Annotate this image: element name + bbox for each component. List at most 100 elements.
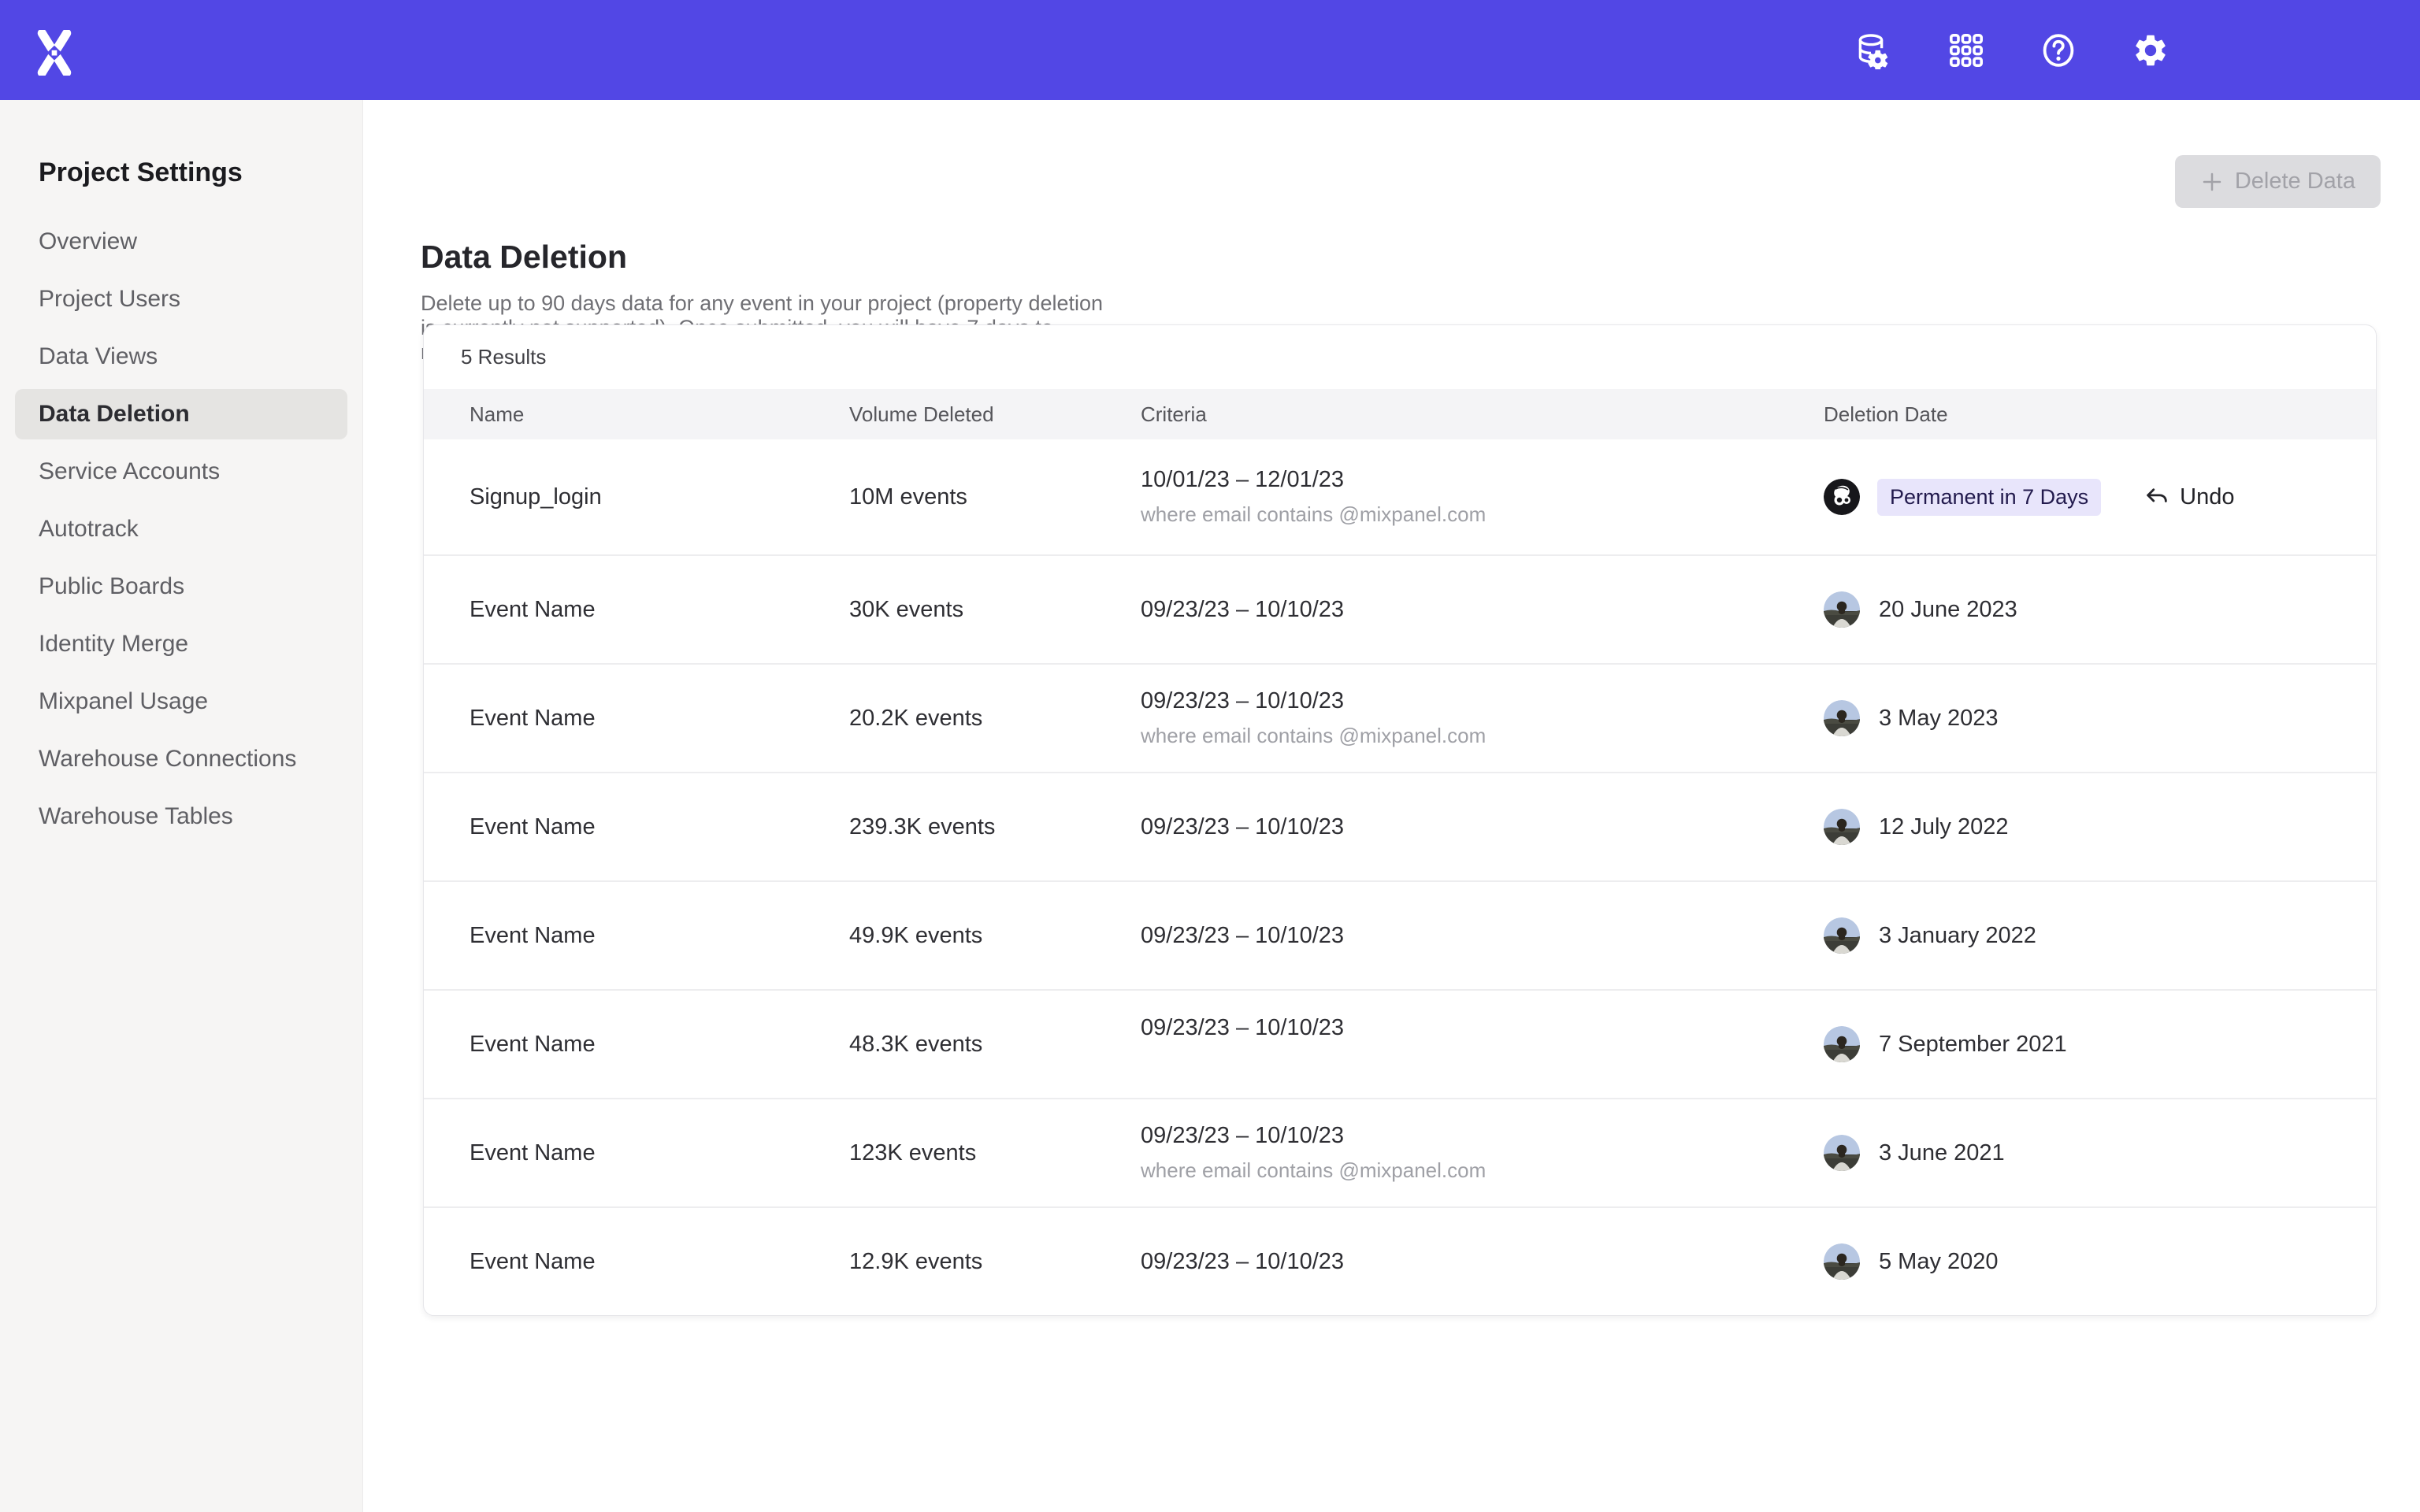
row-criteria: 09/23/23 – 10/10/23 [1141,1015,1824,1041]
sidebar-item-label: Identity Merge [39,631,188,658]
top-navigation-bar [0,0,2420,100]
sidebar-item-warehouse-connections[interactable]: Warehouse Connections [15,734,347,784]
help-icon[interactable] [2040,32,2077,69]
row-criteria: 09/23/23 – 10/10/23 [1141,1123,1824,1149]
delete-data-button-label: Delete Data [2235,169,2355,195]
row-volume: 20.2K events [849,706,1141,732]
sidebar-item-mixpanel-usage[interactable]: Mixpanel Usage [15,676,347,727]
row-name: Event Name [470,706,849,732]
row-name: Event Name [470,597,849,623]
sidebar-item-label: Warehouse Connections [39,746,296,773]
row-deletion-cell: 7 September 2021 [1824,1026,2376,1062]
table-row: Event Name 239.3K events 09/23/23 – 10/1… [424,772,2376,880]
plus-icon [2200,170,2224,194]
row-deletion-cell: 12 July 2022 [1824,809,2376,845]
row-criteria: 10/01/23 – 12/01/23 [1141,467,1824,493]
sidebar-title: Project Settings [0,158,362,188]
table-row: Signup_login 10M events 10/01/23 – 12/01… [424,439,2376,554]
sidebar-item-project-users[interactable]: Project Users [15,274,347,324]
sidebar-item-label: Data Views [39,343,158,370]
row-criteria-sub: where email contains @mixpanel.com [1141,502,1824,527]
row-criteria: 09/23/23 – 10/10/23 [1141,923,1824,949]
row-deletion-cell: 3 January 2022 [1824,917,2376,954]
topbar-icon-group [1855,0,2169,100]
delete-data-button[interactable]: Delete Data [2175,155,2381,208]
sidebar-item-label: Data Deletion [39,401,190,428]
sidebar-item-label: Public Boards [39,573,184,600]
row-volume: 12.9K events [849,1249,1141,1275]
row-name: Event Name [470,1249,849,1275]
table-row: Event Name 49.9K events 09/23/23 – 10/10… [424,880,2376,989]
table-header-row: Name Volume Deleted Criteria Deletion Da… [424,389,2376,439]
table-row: Event Name 12.9K events 09/23/23 – 10/10… [424,1206,2376,1315]
results-count: 5 Results [424,325,2376,389]
row-name: Event Name [470,814,849,840]
table-body: Signup_login 10M events 10/01/23 – 12/01… [424,439,2376,1315]
row-criteria-sub [1141,1051,1824,1074]
undo-icon [2143,484,2170,510]
row-criteria: 09/23/23 – 10/10/23 [1141,1249,1824,1275]
table-row: Event Name 20.2K events 09/23/23 – 10/10… [424,663,2376,772]
table-row: Event Name 48.3K events 09/23/23 – 10/10… [424,989,2376,1098]
main-content: Data Deletion Delete up to 90 days data … [364,100,2420,1512]
row-volume: 239.3K events [849,814,1141,840]
row-name: Event Name [470,1032,849,1058]
deletion-date: 5 May 2020 [1879,1249,1999,1275]
settings-gear-icon[interactable] [2132,32,2169,69]
sidebar-nav: Overview Project Users Data Views Data D… [0,217,362,842]
sidebar-item-warehouse-tables[interactable]: Warehouse Tables [15,791,347,842]
photo-avatar [1824,1026,1860,1062]
row-criteria-sub: where email contains @mixpanel.com [1141,724,1824,748]
row-deletion-cell: 3 June 2021 [1824,1135,2376,1171]
sidebar-item-service-accounts[interactable]: Service Accounts [15,447,347,497]
row-volume: 123K events [849,1140,1141,1166]
sidebar-item-label: Overview [39,228,137,255]
deletion-date: 20 June 2023 [1879,597,2017,623]
sidebar-item-label: Project Users [39,286,180,313]
sidebar-item-label: Warehouse Tables [39,803,233,830]
row-volume: 10M events [849,484,1141,510]
row-criteria-sub: where email contains @mixpanel.com [1141,1158,1824,1183]
row-deletion-cell: 5 May 2020 [1824,1243,2376,1280]
row-name: Event Name [470,1140,849,1166]
deletion-date: 3 January 2022 [1879,923,2036,949]
deletion-date: 12 July 2022 [1879,814,2008,840]
photo-avatar [1824,1243,1860,1280]
data-settings-icon[interactable] [1855,32,1893,69]
row-deletion-cell: Permanent in 7 Days Undo [1824,479,2376,516]
page-title: Data Deletion [421,239,627,276]
row-deletion-cell: 3 May 2023 [1824,700,2376,736]
sidebar-item-overview[interactable]: Overview [15,217,347,267]
photo-avatar [1824,591,1860,628]
sidebar-item-label: Autotrack [39,516,139,543]
sidebar-item-label: Service Accounts [39,458,220,485]
undo-button-label: Undo [2180,484,2234,510]
apps-grid-icon[interactable] [1947,32,1985,69]
sidebar-item-data-deletion[interactable]: Data Deletion [15,389,347,439]
photo-avatar [1824,809,1860,845]
row-criteria: 09/23/23 – 10/10/23 [1141,814,1824,840]
status-badge: Permanent in 7 Days [1877,479,2101,516]
row-deletion-cell: 20 June 2023 [1824,591,2376,628]
row-volume: 30K events [849,597,1141,623]
undo-button[interactable]: Undo [2143,484,2234,510]
illustration-avatar [1824,479,1860,515]
deletion-date: 3 June 2021 [1879,1140,2005,1166]
mixpanel-logo-icon[interactable] [35,30,74,71]
row-name: Event Name [470,923,849,949]
photo-avatar [1824,700,1860,736]
deletion-date: 7 September 2021 [1879,1032,2067,1058]
column-header-name: Name [470,402,849,427]
row-volume: 49.9K events [849,923,1141,949]
deletion-date: 3 May 2023 [1879,706,1999,732]
sidebar-item-identity-merge[interactable]: Identity Merge [15,619,347,669]
sidebar-item-data-views[interactable]: Data Views [15,332,347,382]
settings-sidebar: Project Settings Overview Project Users … [0,100,363,1512]
row-criteria: 09/23/23 – 10/10/23 [1141,597,1824,623]
table-row: Event Name 123K events 09/23/23 – 10/10/… [424,1098,2376,1206]
sidebar-item-public-boards[interactable]: Public Boards [15,561,347,612]
column-header-volume: Volume Deleted [849,402,1141,427]
sidebar-item-label: Mixpanel Usage [39,688,208,715]
photo-avatar [1824,917,1860,954]
sidebar-item-autotrack[interactable]: Autotrack [15,504,347,554]
